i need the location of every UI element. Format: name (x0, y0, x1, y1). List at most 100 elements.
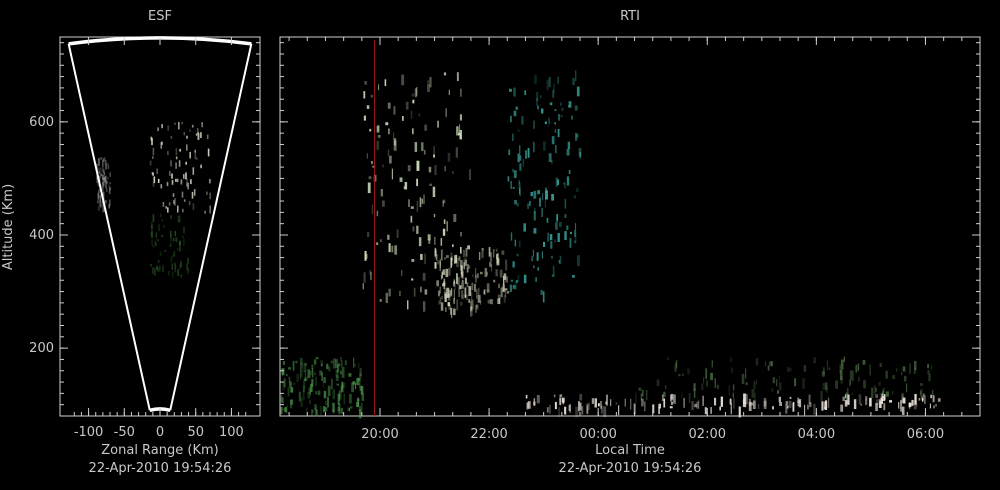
rti-echo-mark (839, 364, 842, 375)
esf-echo-mark (200, 164, 202, 169)
esf-echo-mark (170, 160, 172, 167)
rti-echo-mark (516, 253, 519, 257)
esf-echo-mark (151, 233, 153, 239)
rti-echo-mark (376, 210, 379, 217)
esf-echo-mark (159, 213, 162, 218)
rti-echo-mark (362, 283, 364, 290)
rti-echo-mark (615, 402, 618, 405)
rti-echo-mark (840, 404, 844, 412)
rti-echo-mark (371, 161, 373, 165)
rti-echo-mark (741, 373, 745, 384)
rti-echo-mark (442, 199, 446, 204)
rti-echo-mark (423, 301, 426, 312)
rti-echo-mark (858, 376, 860, 382)
rti-echo-mark (391, 245, 394, 253)
rti-echo-mark (339, 391, 342, 400)
rti-echo-mark (477, 273, 479, 279)
rti-echo-mark (716, 384, 719, 389)
esf-echo-mark (168, 202, 171, 206)
rti-echo-mark (515, 106, 519, 110)
rti-echo-mark (461, 282, 464, 289)
rti-echo-mark (916, 403, 918, 408)
esf-echo-mark (157, 127, 159, 132)
rti-echo-mark (324, 407, 328, 412)
rti-echo-mark (554, 109, 557, 112)
rti-echo-mark (501, 250, 505, 255)
rti-echo-mark (557, 233, 560, 242)
rti-echo-mark (354, 363, 356, 367)
rti-echo-mark (928, 373, 931, 382)
rti-echo-mark (878, 399, 882, 408)
rti-echo-mark (388, 128, 390, 135)
rti-echo-mark (408, 199, 410, 208)
rti-echo-mark (533, 401, 536, 406)
esf-echo-mark (187, 257, 189, 264)
rti-echo-mark (732, 392, 734, 398)
rti-echo-mark (437, 260, 440, 265)
rti-echo-mark (416, 160, 420, 171)
rti-echo-mark (517, 129, 520, 132)
esf-echo-mark (162, 202, 165, 207)
rti-echo-mark (574, 231, 577, 243)
esf-echo-mark (155, 232, 158, 238)
rti-echo-mark (548, 77, 551, 88)
rti-echo-mark (317, 390, 321, 396)
esf-echo-mark (171, 263, 174, 270)
rti-echo-mark (683, 397, 685, 408)
rti-echo-mark (525, 150, 527, 159)
rti-echo-mark (754, 392, 756, 401)
rti-echo-mark (579, 393, 583, 401)
rti-echo-mark (772, 377, 776, 384)
esf-echo-mark (196, 157, 198, 160)
rti-echo-mark (304, 370, 306, 382)
rti-echo-mark (757, 404, 760, 410)
rti-echo-mark (490, 263, 493, 272)
rti-echo-mark (521, 116, 524, 125)
rti-echo-mark (280, 406, 283, 415)
rti-echo-mark (753, 381, 756, 389)
rti-echo-mark (420, 253, 423, 260)
rti-echo-mark (577, 255, 580, 267)
esf-echo-mark (176, 178, 179, 183)
rti-echo-mark (508, 149, 511, 156)
rti-echo-mark (405, 101, 409, 110)
esf-echo-mark (170, 136, 173, 139)
rti-echo-mark (519, 145, 521, 155)
rti-echo-mark (923, 393, 925, 397)
rti-echo-mark (369, 128, 372, 132)
esf-echo-mark (96, 200, 99, 204)
rti-echo-mark (286, 373, 288, 376)
rti-echo-mark (927, 370, 930, 375)
esf-x-tick-label: 0 (156, 425, 164, 440)
esf-echo-mark (172, 254, 175, 257)
rti-echo-mark (921, 397, 924, 402)
rti-echo-mark (549, 404, 551, 414)
rti-echo-mark (673, 394, 676, 404)
rti-echo-mark (566, 225, 569, 231)
rti-echo-mark (434, 257, 437, 259)
esf-x-tick-label: 50 (187, 425, 204, 440)
rti-echo-mark (598, 403, 600, 407)
rti-echo-mark (432, 186, 436, 197)
esf-echo-mark (156, 168, 158, 174)
rti-echo-mark (879, 392, 882, 398)
rti-echo-mark (516, 202, 519, 207)
esf-echo-mark (206, 191, 208, 195)
rti-echo-mark (849, 379, 851, 386)
rti-echo-mark (356, 402, 360, 407)
rti-echo-mark (558, 406, 560, 417)
rti-echo-mark (456, 299, 459, 311)
rti-echo-mark (573, 195, 576, 199)
rti-echo-mark (635, 392, 637, 403)
rti-echo-mark (384, 79, 387, 87)
rti-echo-mark (310, 370, 312, 375)
esf-echo-mark (171, 180, 174, 185)
rti-echo-mark (428, 166, 432, 173)
rti-echo-mark (879, 363, 882, 367)
rti-echo-mark (652, 404, 655, 414)
rti-echo-mark (338, 363, 341, 366)
esf-echo-mark (102, 159, 104, 168)
rti-echo-mark (858, 394, 862, 405)
rti-echo-mark (808, 394, 811, 404)
rti-echo-mark (396, 229, 399, 238)
